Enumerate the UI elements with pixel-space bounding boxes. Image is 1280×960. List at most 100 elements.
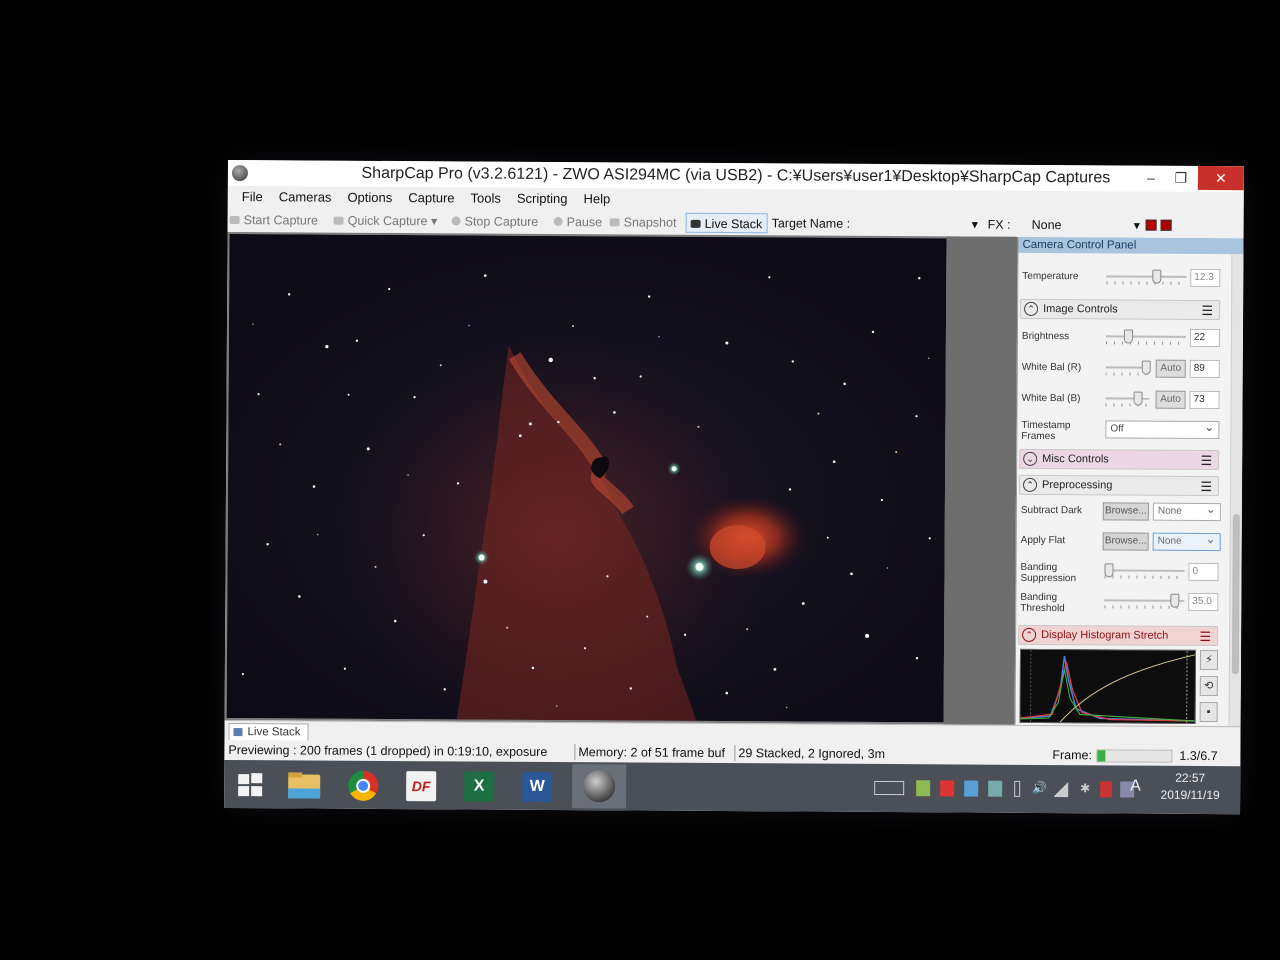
live-stack-button[interactable]: Live Stack <box>685 212 768 234</box>
chevron-down-icon[interactable]: ⌄ <box>1023 451 1038 466</box>
battery-icon[interactable] <box>1014 780 1021 797</box>
menu-scripting[interactable]: Scripting <box>509 188 576 210</box>
misc-controls-title: Misc Controls <box>1042 452 1109 466</box>
chrome-icon[interactable] <box>342 767 384 803</box>
chevron-up-icon[interactable]: ⌃ <box>1022 477 1038 492</box>
snapshot-button[interactable]: Snapshot <box>609 212 677 232</box>
system-clock[interactable]: 22:57 2019/11/19 <box>1150 770 1230 804</box>
flag-icon[interactable] <box>1100 781 1113 798</box>
brightness-slider-knob[interactable] <box>1123 329 1133 344</box>
pause-button[interactable]: Pause <box>553 212 603 232</box>
preview-margin <box>943 236 1018 725</box>
wb-red-value[interactable]: 89 <box>1189 359 1220 379</box>
tab-live-stack[interactable]: Live Stack <box>228 723 309 742</box>
banding-threshold-value: 35.0 <box>1188 592 1219 612</box>
maximize-button[interactable]: ❐ <box>1166 166 1196 190</box>
menu-help[interactable]: Help <box>575 188 618 210</box>
fx-select[interactable]: None <box>1032 215 1062 235</box>
target-name-dropdown[interactable]: ▾ <box>972 215 978 235</box>
color-swatch-cross[interactable] <box>1160 219 1172 231</box>
stop-capture-button[interactable]: Stop Capture <box>451 211 539 232</box>
menu-file[interactable]: File <box>228 186 271 208</box>
wb-red-auto-button[interactable]: Auto <box>1155 359 1186 378</box>
wb-red-slider-knob[interactable] <box>1141 360 1151 375</box>
wb-red-label: White Bal (R) <box>1021 361 1082 374</box>
panel-scrollbar[interactable] <box>1228 254 1244 727</box>
camera-control-panel: Camera Control Panel Temperature 12.3 ⌃ … <box>1014 236 1244 727</box>
brightness-slider[interactable] <box>1105 335 1186 338</box>
excel-icon[interactable]: X <box>458 767 500 803</box>
tray-ht-icon[interactable] <box>916 780 931 797</box>
ime-indicator[interactable]: A <box>1130 778 1141 796</box>
tray-acrobat-icon[interactable] <box>940 780 955 797</box>
horsehead-nebula-image <box>226 234 947 723</box>
slider-ticks <box>1104 575 1185 579</box>
subtract-dark-select[interactable]: None <box>1152 502 1221 522</box>
reset-icon[interactable]: ⟲ <box>1199 675 1218 697</box>
wb-blue-label: White Bal (B) <box>1021 392 1081 405</box>
image-controls-header[interactable]: ⌃ Image Controls ☰ <box>1020 298 1221 321</box>
sharpcap-taskbar-icon[interactable] <box>572 764 627 809</box>
live-stack-label: Live Stack <box>704 216 763 232</box>
clock-date: 2019/11/19 <box>1160 787 1220 803</box>
wb-red-row: White Bal (R) Auto 89 <box>1022 356 1222 383</box>
hamburger-menu-icon[interactable]: ☰ <box>1200 452 1212 470</box>
fx-dropdown-arrow[interactable]: ▾ <box>1134 216 1140 236</box>
word-icon[interactable]: W <box>516 768 558 804</box>
banding-threshold-label: Banding Threshold <box>1020 591 1065 615</box>
save-icon[interactable]: ▪ <box>1199 701 1218 723</box>
windows-taskbar: DF X W 🔊 ✱ A 22:57 2019/11/19 <box>224 759 1241 815</box>
histogram-stretch-header[interactable]: ⌃ Display Histogram Stretch ☰ <box>1018 624 1219 647</box>
histogram-graph[interactable] <box>1019 648 1197 724</box>
menu-options[interactable]: Options <box>339 187 400 209</box>
brightness-value[interactable]: 22 <box>1189 328 1220 348</box>
hamburger-menu-icon[interactable]: ☰ <box>1201 302 1213 320</box>
color-swatch-red[interactable] <box>1145 219 1157 231</box>
signal-icon[interactable] <box>1054 781 1069 798</box>
lightning-icon[interactable]: ⚡ <box>1199 649 1219 671</box>
chevron-up-icon[interactable]: ⌃ <box>1022 627 1037 642</box>
banding-suppression-value[interactable]: 0 <box>1188 562 1219 582</box>
subtract-dark-browse-button[interactable]: Browse... <box>1102 502 1149 521</box>
quick-capture-button[interactable]: Quick Capture ▾ <box>333 211 438 232</box>
banding-suppression-knob[interactable] <box>1104 563 1114 578</box>
wb-blue-slider-knob[interactable] <box>1133 391 1143 406</box>
misc-controls-header[interactable]: ⌄ Misc Controls ☰ <box>1019 448 1220 471</box>
hamburger-menu-icon[interactable]: ☰ <box>1200 478 1212 496</box>
minimize-button[interactable]: – <box>1136 166 1166 190</box>
scrollbar-thumb[interactable] <box>1231 514 1240 675</box>
subtract-dark-label: Subtract Dark <box>1020 504 1083 517</box>
timestamp-select[interactable]: Off <box>1105 420 1220 440</box>
snapshot-label: Snapshot <box>623 215 677 230</box>
preprocessing-title: Preprocessing <box>1041 478 1113 492</box>
df-app-icon[interactable]: DF <box>400 767 442 803</box>
start-capture-button[interactable]: Start Capture <box>229 210 318 231</box>
close-button[interactable]: ✕ <box>1197 165 1244 191</box>
wb-blue-slider[interactable] <box>1105 397 1150 400</box>
chevron-up-icon[interactable]: ⌃ <box>1024 301 1039 316</box>
tray-app-icon[interactable] <box>964 780 979 797</box>
menu-cameras[interactable]: Cameras <box>271 186 340 208</box>
brightness-label: Brightness <box>1021 330 1070 343</box>
preprocessing-header[interactable]: ⌃ Preprocessing ☰ <box>1018 474 1220 497</box>
apply-flat-browse-button[interactable]: Browse... <box>1102 532 1149 551</box>
menu-capture[interactable]: Capture <box>400 187 462 209</box>
histogram-stretch-title: Display Histogram Stretch <box>1041 628 1169 642</box>
apply-flat-select[interactable]: None <box>1152 532 1221 552</box>
windows-start-icon[interactable] <box>232 766 274 802</box>
file-explorer-icon[interactable] <box>284 766 326 802</box>
menu-tools[interactable]: Tools <box>462 187 508 209</box>
wb-blue-auto-button[interactable]: Auto <box>1155 390 1186 409</box>
banding-suppression-slider[interactable] <box>1104 569 1185 572</box>
slider-ticks <box>1106 281 1187 285</box>
hamburger-menu-icon[interactable]: ☰ <box>1199 628 1211 646</box>
tray-network-app-icon[interactable] <box>988 780 1003 797</box>
volume-icon[interactable]: 🔊 <box>1032 781 1047 797</box>
wb-blue-value[interactable]: 73 <box>1189 390 1220 410</box>
frame-progress-bar <box>1096 749 1173 763</box>
banding-threshold-row: Banding Threshold 35.0 <box>1020 589 1220 616</box>
apply-flat-label: Apply Flat <box>1020 534 1066 547</box>
bluetooth-icon[interactable]: ✱ <box>1080 781 1094 797</box>
preview-area[interactable] <box>224 231 1018 725</box>
keyboard-icon[interactable] <box>874 780 905 796</box>
